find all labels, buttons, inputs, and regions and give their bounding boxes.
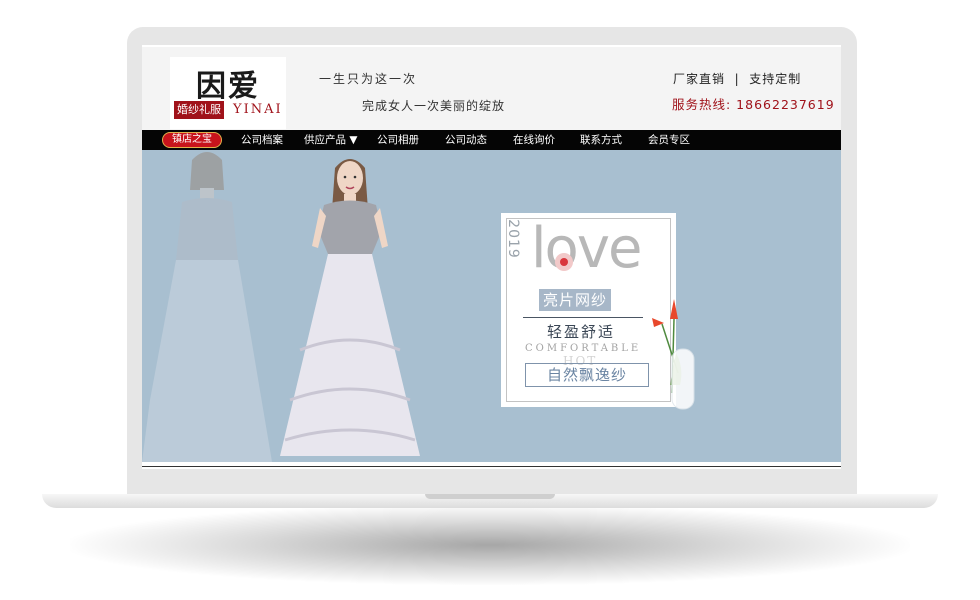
nav-item-contact[interactable]: 联系方式 [580, 130, 622, 150]
logo-subtitle-cn: 婚纱礼服 [174, 101, 224, 119]
laptop-shadow [70, 505, 910, 585]
promo-button[interactable]: 自然飘逸纱 [525, 363, 649, 387]
logo-title: 因爱 [196, 69, 260, 104]
header-info: 厂家直销 | 支持定制 [673, 72, 802, 86]
promo-divider [523, 317, 643, 318]
nav-item-inquiry[interactable]: 在线询价 [513, 130, 555, 150]
logo-subtitle-en: YINAI [233, 102, 283, 117]
nav-item-album[interactable]: 公司相册 [377, 130, 419, 150]
promo-headline: love [531, 216, 642, 281]
banner-bottom-rule [142, 466, 841, 467]
screen-edge [142, 45, 841, 47]
main-nav: 镇店之宝 公司档案 供应产品 ▼ 公司相册 公司动态 在线询价 联系方式 会员专… [142, 130, 841, 150]
promo-year: 2019 [504, 219, 521, 259]
vase-flower-icon [652, 299, 695, 410]
model-dress-image [280, 159, 420, 456]
promo-tag: 亮片网纱 [539, 289, 612, 311]
laptop-screen: 因爱 婚纱礼服 YINAI 一生只为这一次 完成女人一次美丽的绽放 厂家直销 |… [142, 45, 841, 469]
laptop-notch [425, 494, 555, 499]
promo-english: COMFORTABLE [525, 343, 642, 354]
site-logo[interactable]: 因爱 婚纱礼服 YINAI [170, 57, 286, 129]
promo-subtitle: 轻盈舒适 [547, 323, 616, 341]
nav-featured-badge[interactable]: 镇店之宝 [162, 132, 222, 148]
flower-icon [555, 253, 573, 271]
nav-item-company-profile[interactable]: 公司档案 [241, 130, 283, 150]
service-hotline[interactable]: 服务热线: 18662237619 [672, 94, 835, 113]
nav-item-products[interactable]: 供应产品 ▼ [304, 130, 357, 150]
slogan-line-1: 一生只为这一次 [319, 72, 418, 86]
nav-item-members[interactable]: 会员专区 [648, 130, 690, 150]
hero-banner[interactable]: 2019 love 亮片网纱 轻盈舒适 COMFORTABLE HOT 自然飘逸… [142, 150, 841, 462]
nav-item-news[interactable]: 公司动态 [445, 130, 487, 150]
slogan-line-2: 完成女人一次美丽的绽放 [362, 99, 506, 113]
